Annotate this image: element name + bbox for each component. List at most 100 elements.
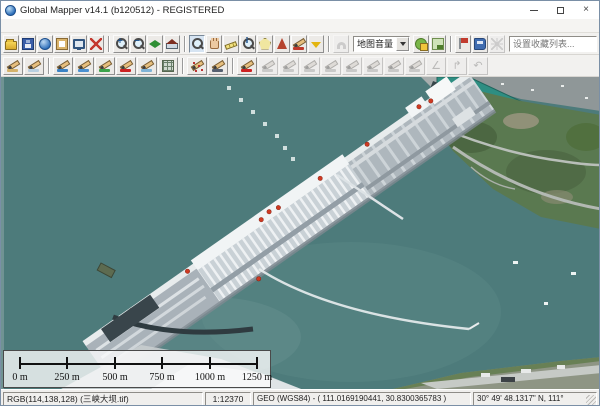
zoom-tool-button[interactable] [189, 35, 205, 53]
toolbar-separator [108, 36, 110, 52]
rotate-feature-button[interactable] [321, 57, 341, 75]
toolbar-icon [120, 60, 132, 72]
toolbar-icon [388, 60, 400, 72]
toolbar-icon [293, 38, 305, 50]
view-shed-tool-button[interactable] [257, 35, 273, 53]
scale-label-250: 250 m [47, 372, 87, 383]
star-burst-button[interactable] [489, 35, 505, 53]
maximize-button[interactable] [547, 1, 573, 19]
toolbar-separator [184, 36, 186, 52]
toolbar-icon [415, 38, 427, 50]
toolbar-icon [132, 38, 144, 50]
scale-label-500: 500 m [95, 372, 135, 383]
toolbar-icon [367, 60, 379, 72]
combine-features-button[interactable] [363, 57, 383, 75]
waypoint-flag-button[interactable] [455, 35, 471, 53]
vertex-edit-button[interactable]: ∠ [426, 57, 446, 75]
satellite-image [1, 77, 600, 389]
display-options-button[interactable] [71, 35, 87, 53]
window-title: Global Mapper v14.1 (b120512) - REGISTER… [20, 5, 521, 16]
toolbar-icon [28, 60, 40, 72]
save-workspace-button[interactable] [20, 35, 36, 53]
minimize-button[interactable] [521, 1, 547, 19]
map-catalog-combobox[interactable]: 地图音量 [353, 36, 410, 52]
toolbar-icon [337, 42, 346, 49]
copy-feature-button[interactable] [279, 57, 299, 75]
download-online-imagery-button[interactable] [37, 35, 53, 53]
combo-value: 地图音量 [354, 37, 396, 50]
toolbar-icon [262, 60, 274, 72]
combo-dropdown-icon[interactable] [396, 37, 409, 51]
toolbar-icon [7, 60, 19, 72]
close-button[interactable]: × [573, 1, 599, 19]
pan-tool-button[interactable] [206, 35, 222, 53]
configuration-button[interactable] [88, 35, 104, 53]
zoom-in-button[interactable]: + [113, 35, 129, 53]
feature-info-tool-button[interactable]: i [240, 35, 256, 53]
catalog-add-button[interactable] [413, 35, 429, 53]
zoom-out-button[interactable]: − [130, 35, 146, 53]
delete-feature-button[interactable] [300, 57, 320, 75]
map-book-button[interactable] [472, 35, 488, 53]
edit-feature-button[interactable] [237, 57, 257, 75]
undo-digitize-button[interactable]: ↶ [468, 57, 488, 75]
app-window: Global Mapper v14.1 (b120512) - REGISTER… [0, 0, 600, 406]
open-file-button[interactable] [3, 35, 19, 53]
move-feature-button[interactable] [258, 57, 278, 75]
toolbar-icon [212, 60, 224, 72]
create-line-button[interactable] [53, 57, 73, 75]
map-canvas[interactable]: 0 m 250 m 500 m 750 m 1000 m 1250 m [1, 77, 600, 389]
close-icon: × [583, 5, 589, 15]
toolbar-icon [191, 38, 203, 50]
create-circle-button[interactable] [74, 57, 94, 75]
snap-feature-button[interactable] [405, 57, 425, 75]
toolbar-icon [5, 41, 17, 50]
scale-bar-line [19, 363, 257, 365]
toolbar-icon [56, 38, 68, 50]
toolbar-icon [457, 38, 469, 50]
create-ellipse-button[interactable] [137, 57, 157, 75]
toolbar-separator [182, 58, 184, 74]
zoom-to-scale-button[interactable] [164, 35, 180, 53]
create-grid-button[interactable] [158, 57, 178, 75]
toolbar-icon [241, 60, 253, 72]
toolbar-icon [99, 60, 111, 72]
favorites-input[interactable] [509, 36, 597, 52]
toolbar-icon [73, 39, 85, 49]
open-data-files-button[interactable] [54, 35, 70, 53]
toolbar-icon [277, 38, 287, 49]
full-view-button[interactable] [147, 35, 163, 53]
scale-feature-button[interactable] [342, 57, 362, 75]
resize-grip[interactable] [586, 395, 596, 405]
create-area-button[interactable] [3, 57, 23, 75]
create-arrow-button[interactable] [208, 57, 228, 75]
create-line-vertex-button[interactable] [95, 57, 115, 75]
create-point-button[interactable] [187, 57, 207, 75]
measure-tool-button[interactable] [223, 35, 239, 53]
create-text-button[interactable] [116, 57, 136, 75]
maximize-icon [557, 7, 564, 14]
path-profile-tool-button[interactable] [274, 35, 290, 53]
digitizer-tool-button[interactable] [291, 35, 307, 53]
vertex-insert-button[interactable]: ↱ [447, 57, 467, 75]
toolbar-icon [22, 38, 34, 50]
create-area-corner-button[interactable] [24, 57, 44, 75]
toolbar-icon [78, 60, 90, 72]
more-tools-dropdown[interactable] [308, 35, 324, 53]
toolbar-separator [232, 58, 234, 74]
digitizer-toolbar: ∠↱↶ [1, 55, 599, 77]
toolbar-icon [346, 60, 358, 72]
split-feature-button[interactable] [384, 57, 404, 75]
toolbar-icon [57, 60, 69, 72]
toolbar-icon [311, 42, 321, 48]
catalog-refresh-button[interactable] [430, 35, 446, 53]
toolbar-icon [166, 43, 178, 49]
latlon-panel: 30° 49' 48.1317" N, 111° [473, 392, 597, 406]
scale-label-0: 0 m [1, 372, 40, 383]
toolbar-icon [283, 60, 295, 72]
scale-label-1000: 1000 m [190, 372, 230, 383]
toolbar-icon [191, 60, 203, 72]
toolbar-icon [259, 38, 271, 50]
toolbar-icon [141, 60, 153, 72]
map-catalog-arch-button[interactable] [333, 35, 349, 53]
